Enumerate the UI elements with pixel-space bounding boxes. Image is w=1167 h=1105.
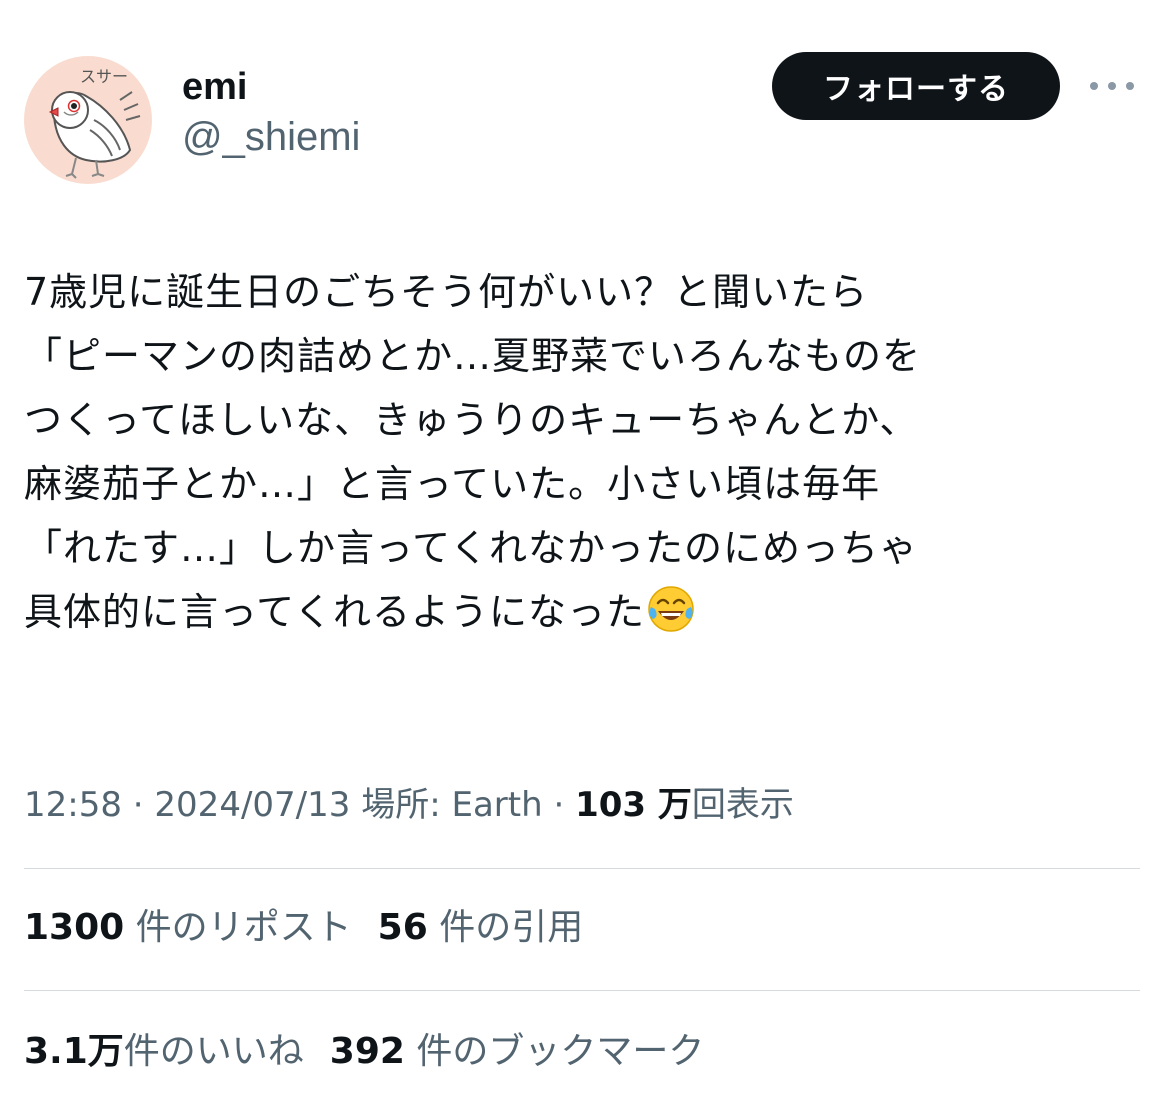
views-label: 回表示: [691, 785, 794, 825]
tweet-time[interactable]: 12:58: [24, 785, 122, 825]
quotes-stat[interactable]: 56 件の引用: [378, 898, 584, 958]
tweet-text: 7歳児に誕生日のごちそう何がいい？と聞いたら 「ピーマンの肉詰めとか…夏野菜でい…: [24, 260, 1144, 644]
stats-row-engagement: 1300 件のリポスト 56 件の引用: [24, 898, 609, 958]
tweet-line: 麻婆茄子とか…」と言っていた。小さい頃は毎年: [24, 462, 881, 506]
bookmarks-label: 件のブックマーク: [404, 1031, 705, 1072]
likes-count: 3.1万: [24, 1031, 124, 1072]
bookmarks-count: 392: [329, 1031, 405, 1072]
divider: [24, 868, 1140, 869]
tweet-line: 「れたす…」しか言ってくれなかったのにめっちゃ: [24, 526, 918, 570]
follow-button[interactable]: フォローする: [772, 52, 1060, 120]
tweet-location: 場所: Earth: [350, 785, 543, 825]
more-options-icon[interactable]: [1090, 72, 1134, 100]
likes-stat[interactable]: 3.1万件のいいね: [24, 1022, 304, 1082]
stats-row-reactions: 3.1万件のいいね 392 件のブックマーク: [24, 1022, 730, 1082]
tweet-line-last: 具体的に言ってくれるようになった: [24, 580, 1144, 644]
display-name[interactable]: emi: [182, 62, 360, 112]
user-handle[interactable]: @_shiemi: [182, 112, 360, 162]
meta-separator: ·: [542, 785, 576, 825]
tweet-meta: 12:58 · 2024/07/13 場所: Earth · 103 万回表示: [24, 780, 794, 830]
quotes-label: 件の引用: [427, 907, 584, 948]
tweet-line: 7歳児に誕生日のごちそう何がいい？と聞いたら: [24, 270, 869, 314]
dot: [1126, 82, 1134, 90]
tweet-header: スサー emi @_shiemi フォローする: [24, 50, 1144, 184]
reposts-stat[interactable]: 1300 件のリポスト: [24, 898, 352, 958]
tweet-date[interactable]: 2024/07/13: [154, 785, 350, 825]
tweet-line-text: 具体的に言ってくれるようになった: [24, 590, 645, 634]
java-sparrow-avatar-icon: スサー: [48, 67, 141, 179]
likes-label: 件のいいね: [123, 1031, 304, 1072]
user-name-block: emi @_shiemi: [182, 62, 360, 162]
avatar-caption: スサー: [80, 67, 128, 86]
divider: [24, 990, 1140, 991]
meta-separator: ·: [121, 785, 155, 825]
views-count: 103 万: [575, 785, 692, 825]
dot: [1090, 82, 1098, 90]
avatar[interactable]: スサー: [24, 56, 152, 184]
tweet-line: 「ピーマンの肉詰めとか…夏野菜でいろんなものを: [24, 334, 922, 378]
tweet-line: つくってほしいな、きゅうりのキューちゃんとか、: [24, 398, 919, 442]
quotes-count: 56: [377, 907, 428, 948]
bookmarks-stat[interactable]: 392 件のブックマーク: [330, 1022, 705, 1082]
reposts-count: 1300: [24, 907, 125, 948]
dot: [1108, 82, 1116, 90]
reposts-label: 件のリポスト: [124, 907, 352, 948]
face-with-tears-of-joy-icon: [648, 586, 694, 632]
